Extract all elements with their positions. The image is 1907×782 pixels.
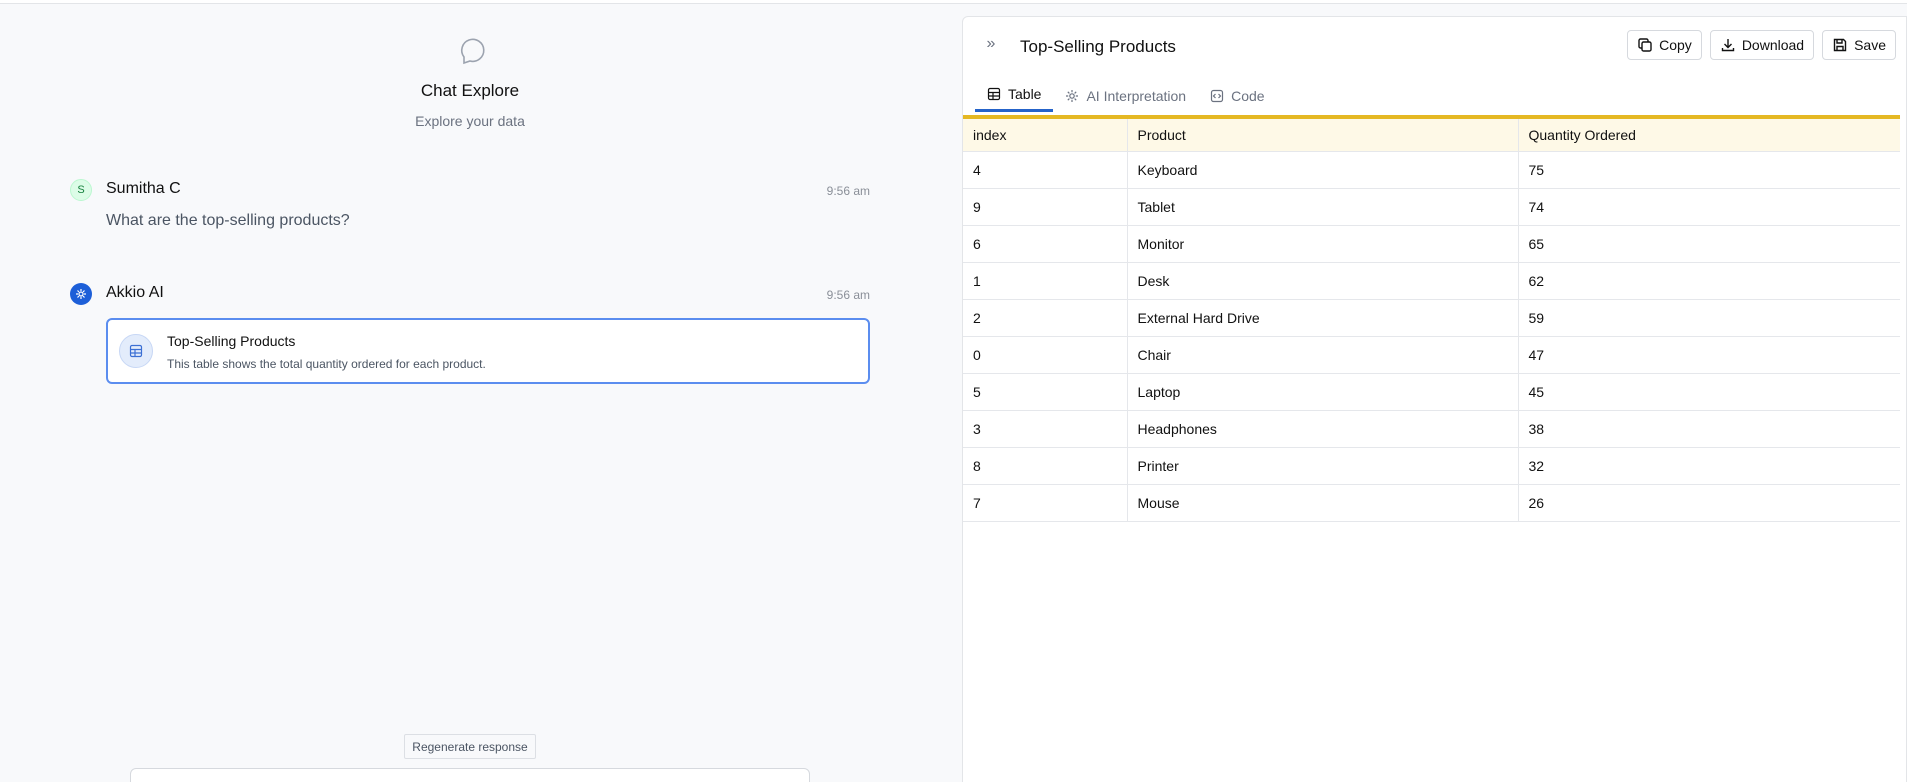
column-header-product[interactable]: Product — [1127, 117, 1519, 152]
table-cell: 7 — [963, 484, 1128, 522]
table-cell: 0 — [963, 336, 1128, 374]
table-row: 8 Printer 32 — [963, 447, 1900, 485]
table-cell: 59 — [1518, 299, 1900, 337]
data-table-container: index Product Quantity Ordered 4 Keyboard… — [963, 115, 1900, 522]
table-cell: 9 — [963, 188, 1128, 226]
table-row: 0 Chair 47 — [963, 336, 1900, 374]
table-row: 5 Laptop 45 — [963, 373, 1900, 411]
table-cell: 4 — [963, 151, 1128, 189]
table-header-row: index Product Quantity Ordered — [963, 117, 1900, 152]
collapse-panel-icon[interactable]: » — [981, 34, 1001, 54]
save-button[interactable]: Save — [1822, 30, 1896, 60]
panel-tabs: Table AI Interpretation Code — [975, 79, 1277, 112]
table-icon — [129, 344, 143, 358]
download-button[interactable]: Download — [1709, 30, 1815, 60]
chat-subtitle: Explore your data — [415, 113, 525, 129]
tab-label: AI Interpretation — [1086, 87, 1187, 104]
table-cell: Laptop — [1127, 373, 1519, 411]
table-cell: 38 — [1518, 410, 1900, 448]
copy-label: Copy — [1659, 37, 1692, 53]
save-label: Save — [1854, 37, 1886, 53]
code-icon — [1210, 89, 1224, 102]
table-cell: 65 — [1518, 225, 1900, 263]
download-icon — [1721, 39, 1735, 52]
message-author: Sumitha C — [106, 180, 181, 197]
table-cell: 1 — [963, 262, 1128, 300]
tab-ai-interpretation[interactable]: AI Interpretation — [1053, 79, 1198, 112]
table-row: 3 Headphones 38 — [963, 410, 1900, 448]
table-row: 7 Mouse 26 — [963, 484, 1900, 522]
table-cell: Mouse — [1127, 484, 1519, 522]
regenerate-response-button[interactable]: Regenerate response — [404, 734, 536, 759]
table-row: 1 Desk 62 — [963, 262, 1900, 300]
table-cell: Keyboard — [1127, 151, 1519, 189]
message-author: Akkio AI — [106, 284, 164, 301]
table-icon — [987, 87, 1001, 101]
table-cell: 2 — [963, 299, 1128, 337]
table-cell: Tablet — [1127, 188, 1519, 226]
data-table: index Product Quantity Ordered 4 Keyboard… — [963, 115, 1900, 522]
panel-toolbar: Copy Download Save — [1627, 30, 1896, 60]
chat-bubble-icon — [461, 38, 485, 65]
column-header-index[interactable]: index — [963, 117, 1128, 152]
download-label: Download — [1741, 37, 1805, 53]
panel-title: Top-Selling Products — [1020, 37, 1176, 56]
table-cell: External Hard Drive — [1127, 299, 1519, 337]
chat-area: Chat Explore Explore your data S Sumitha… — [0, 5, 940, 782]
chat-input[interactable] — [130, 768, 810, 782]
table-cell: Headphones — [1127, 410, 1519, 448]
ai-gear-icon — [76, 289, 86, 299]
result-panel: » Top-Selling Products Copy Download Sav… — [962, 16, 1907, 782]
column-header-quantity[interactable]: Quantity Ordered — [1518, 117, 1900, 152]
table-cell: 74 — [1518, 188, 1900, 226]
table-icon-badge — [119, 334, 153, 368]
tab-label: Code — [1231, 87, 1265, 104]
user-avatar: S — [70, 179, 92, 201]
message-time: 9:56 am — [826, 184, 870, 198]
tab-label: Table — [1008, 86, 1042, 102]
tab-code[interactable]: Code — [1198, 79, 1276, 112]
table-row: 6 Monitor 65 — [963, 225, 1900, 263]
table-cell: Chair — [1127, 336, 1519, 374]
message-text: What are the top-selling products? — [106, 212, 350, 229]
save-icon — [1833, 38, 1847, 52]
table-row: 4 Keyboard 75 — [963, 151, 1900, 189]
table-row: 2 External Hard Drive 59 — [963, 299, 1900, 337]
card-description: This table shows the total quantity orde… — [167, 357, 486, 371]
ai-avatar — [70, 283, 92, 305]
result-card[interactable]: Top-Selling Products This table shows th… — [106, 318, 870, 384]
table-cell: 8 — [963, 447, 1128, 485]
table-cell: 26 — [1518, 484, 1900, 522]
table-row: 9 Tablet 74 — [963, 188, 1900, 226]
message-time: 9:56 am — [826, 288, 870, 302]
table-cell: 45 — [1518, 373, 1900, 411]
table-cell: 6 — [963, 225, 1128, 263]
table-cell: 62 — [1518, 262, 1900, 300]
table-cell: 32 — [1518, 447, 1900, 485]
table-cell: 5 — [963, 373, 1128, 411]
table-cell: Desk — [1127, 262, 1519, 300]
chat-header: Chat Explore Explore your data — [0, 33, 940, 129]
table-cell: Monitor — [1127, 225, 1519, 263]
chat-title: Chat Explore — [420, 81, 520, 100]
table-cell: 3 — [963, 410, 1128, 448]
card-title: Top-Selling Products — [167, 333, 296, 349]
top-bar — [0, 0, 1907, 4]
copy-icon — [1638, 38, 1652, 52]
table-cell: Printer — [1127, 447, 1519, 485]
table-cell: 75 — [1518, 151, 1900, 189]
table-cell: 47 — [1518, 336, 1900, 374]
tab-table[interactable]: Table — [975, 79, 1054, 112]
ai-gear-icon — [1066, 89, 1079, 102]
copy-button[interactable]: Copy — [1627, 30, 1702, 60]
